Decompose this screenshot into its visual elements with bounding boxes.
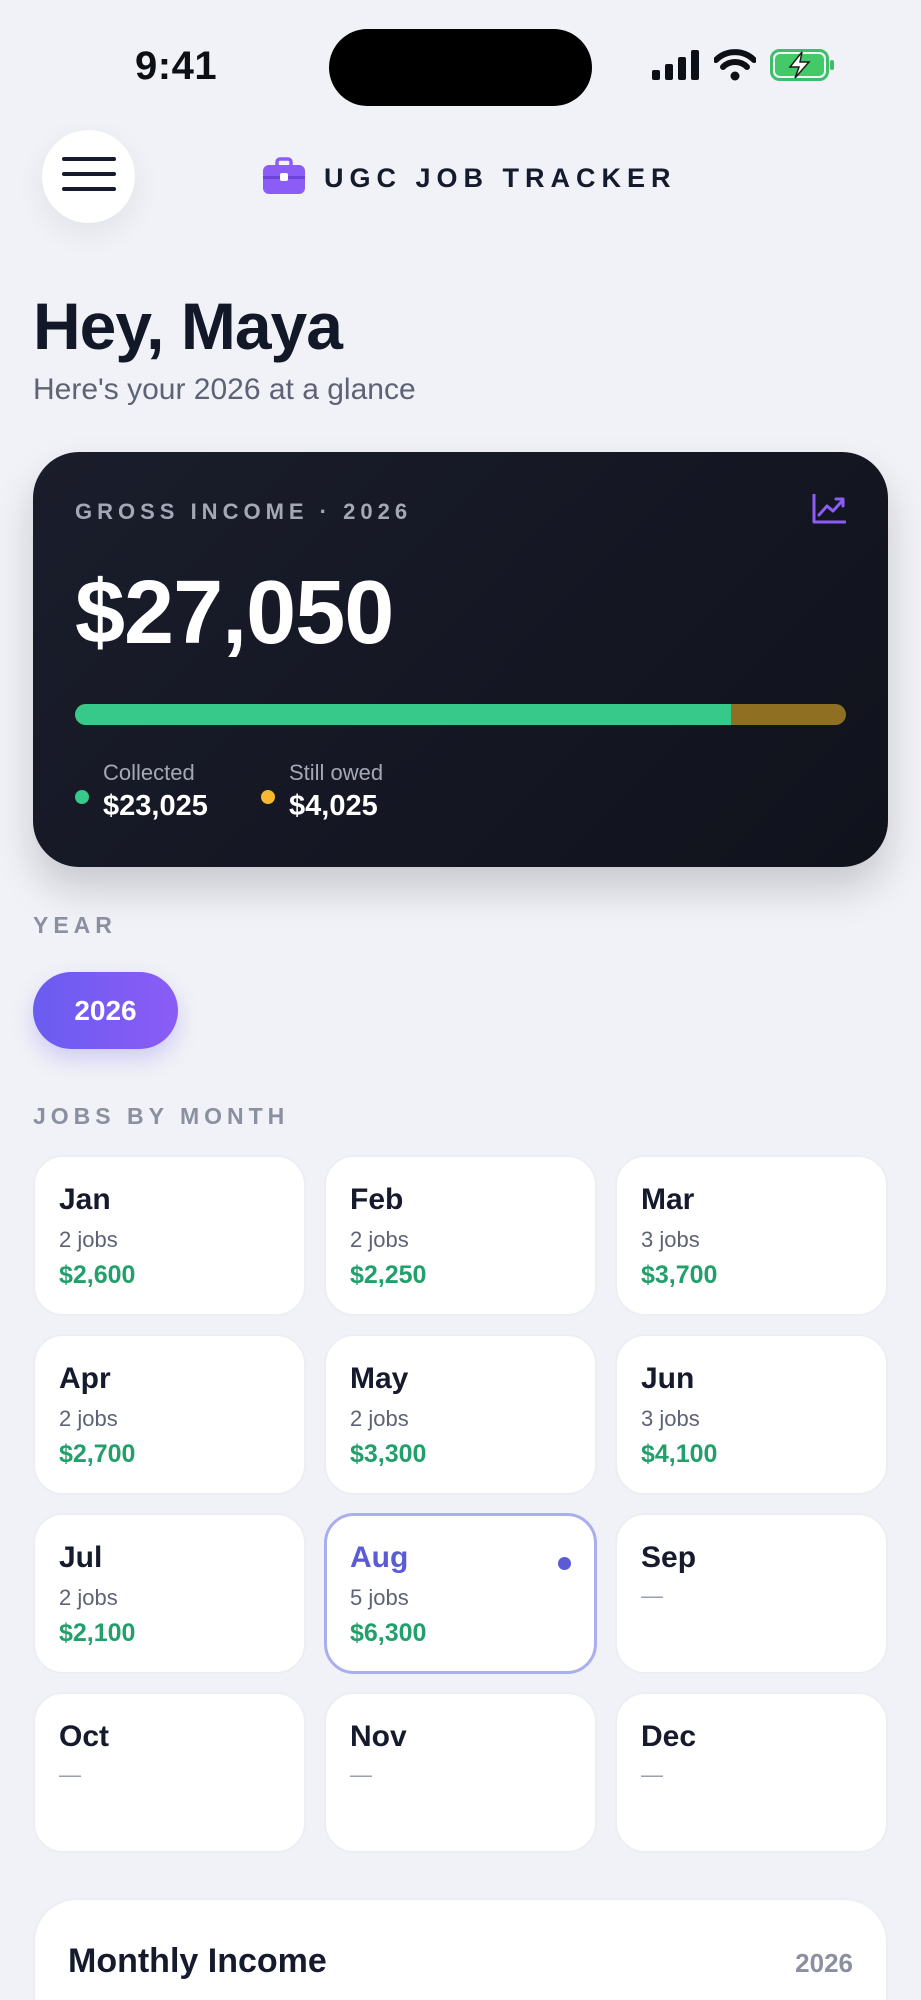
month-job-count: 5 jobs	[350, 1585, 409, 1610]
battery-charging-icon	[770, 48, 836, 87]
month-grid: Jan 2 jobs $2,600 Feb 2 jobs $2,250 Mar 3 jobs $…	[33, 1155, 888, 1853]
collection-progress-bar	[75, 704, 846, 725]
menu-button[interactable]	[42, 130, 135, 223]
month-name: Dec	[641, 1720, 697, 1753]
month-name: Nov	[350, 1720, 407, 1753]
owed-label: Still owed	[289, 760, 384, 785]
month-amount: $3,700	[641, 1261, 718, 1289]
month-amount: $4,100	[641, 1440, 718, 1468]
month-amount: $2,700	[59, 1440, 136, 1468]
month-job-count: 2 jobs	[350, 1227, 409, 1252]
jobs-by-month-label: JOBS BY MONTH	[33, 1103, 290, 1129]
gross-income-card: GROSS INCOME · 2026 $27,050 Collected $2…	[33, 452, 888, 867]
month-card-mar[interactable]: Mar 3 jobs $3,700	[615, 1155, 888, 1316]
month-amount: $2,250	[350, 1261, 427, 1289]
month-amount: $3,300	[350, 1440, 427, 1468]
dynamic-island	[329, 29, 592, 106]
gross-income-value: $27,050	[75, 563, 394, 663]
app-brand: UGC JOB TRACKER	[262, 157, 677, 200]
month-card-apr[interactable]: Apr 2 jobs $2,700	[33, 1334, 306, 1495]
month-card-feb[interactable]: Feb 2 jobs $2,250	[324, 1155, 597, 1316]
monthly-income-title: Monthly Income	[68, 1942, 327, 1980]
month-empty-dash: —	[59, 1762, 81, 1787]
month-empty-dash: —	[641, 1762, 663, 1787]
year-selector-2026[interactable]: 2026	[33, 972, 178, 1049]
collected-legend: Collected $23,025	[75, 760, 208, 823]
month-card-oct[interactable]: Oct —	[33, 1692, 306, 1853]
month-name: Feb	[350, 1183, 404, 1216]
status-icons	[652, 48, 836, 87]
month-card-may[interactable]: May 2 jobs $3,300	[324, 1334, 597, 1495]
collected-label: Collected	[103, 760, 195, 785]
month-card-aug[interactable]: Aug 5 jobs $6,300	[324, 1513, 597, 1674]
month-job-count: 2 jobs	[59, 1585, 118, 1610]
month-name: Jul	[59, 1541, 103, 1574]
month-amount: $2,600	[59, 1261, 136, 1289]
month-amount: $2,100	[59, 1619, 136, 1647]
month-job-count: 2 jobs	[350, 1406, 409, 1431]
monthly-income-panel: Monthly Income 2026	[33, 1898, 888, 2000]
month-job-count: 3 jobs	[641, 1406, 700, 1431]
signal-icon	[652, 50, 700, 85]
year-section-label: YEAR	[33, 912, 117, 938]
month-name: Apr	[59, 1362, 111, 1395]
collected-progress-fill	[75, 704, 732, 725]
hamburger-icon	[61, 157, 116, 196]
month-name: Oct	[59, 1720, 110, 1753]
app-title: UGC JOB TRACKER	[324, 163, 677, 193]
monthly-income-year: 2026	[795, 1948, 853, 1978]
month-empty-dash: —	[350, 1762, 372, 1787]
trend-chart-icon[interactable]	[812, 493, 847, 529]
collected-value: $23,025	[103, 790, 208, 822]
status-bar: 9:41	[0, 0, 921, 120]
greeting-title: Hey, Maya	[33, 289, 343, 363]
month-amount: $6,300	[350, 1619, 427, 1647]
month-card-sep[interactable]: Sep —	[615, 1513, 888, 1674]
month-job-count: 3 jobs	[641, 1227, 700, 1252]
owed-dot	[261, 789, 275, 804]
month-card-jan[interactable]: Jan 2 jobs $2,600	[33, 1155, 306, 1316]
month-name: Jun	[641, 1362, 695, 1395]
month-name: Jan	[59, 1183, 111, 1216]
month-name: Sep	[641, 1541, 697, 1574]
month-name: Mar	[641, 1183, 695, 1216]
month-empty-dash: —	[641, 1583, 663, 1608]
status-time: 9:41	[135, 44, 218, 88]
owed-legend: Still owed $4,025	[261, 760, 383, 823]
briefcase-icon	[262, 157, 306, 200]
owed-value: $4,025	[289, 790, 378, 822]
month-card-jun[interactable]: Jun 3 jobs $4,100	[615, 1334, 888, 1495]
month-name: Aug	[350, 1541, 409, 1574]
month-card-nov[interactable]: Nov —	[324, 1692, 597, 1853]
collected-dot	[75, 789, 89, 804]
selected-month-dot	[558, 1557, 571, 1570]
wifi-icon	[713, 49, 757, 86]
month-job-count: 2 jobs	[59, 1406, 118, 1431]
month-name: May	[350, 1362, 409, 1395]
month-card-dec[interactable]: Dec —	[615, 1692, 888, 1853]
greeting-subtitle: Here's your 2026 at a glance	[33, 373, 416, 406]
month-job-count: 2 jobs	[59, 1227, 118, 1252]
gross-income-label: GROSS INCOME · 2026	[75, 499, 413, 524]
month-card-jul[interactable]: Jul 2 jobs $2,100	[33, 1513, 306, 1674]
